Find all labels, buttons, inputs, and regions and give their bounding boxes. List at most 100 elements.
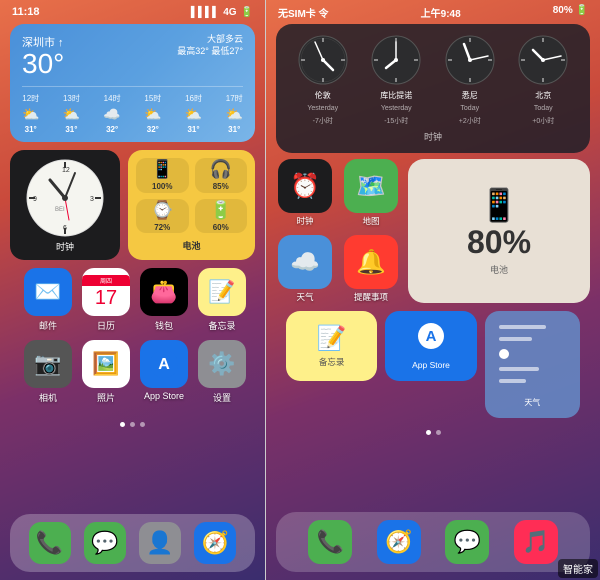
appstore-icon-right: A (417, 322, 445, 357)
dock-right: 📞 🧭 💬 🎵 (276, 512, 590, 572)
clock-sydney: 悉尼 Today +2小时 (444, 34, 496, 126)
dot-1 (120, 422, 125, 427)
status-bar-left: 11:18 ▌▌▌▌ 4G 🔋 (0, 0, 265, 20)
app-calendar[interactable]: 周四 17 日历 (82, 268, 130, 332)
clock-widget-label-right: 时钟 (286, 130, 580, 143)
cupertino-diff: -15小时 (384, 116, 408, 126)
weather-lines-content (495, 321, 570, 387)
svg-text:6: 6 (63, 225, 67, 232)
app-photos[interactable]: 🖼️ 照片 (82, 340, 130, 404)
weather-top: 深圳市 ↑ 30° 大部多云最高32° 最低27° (22, 34, 243, 78)
app-notes-left[interactable]: 📝 备忘录 (198, 268, 246, 332)
page-dots-right (266, 426, 600, 439)
mini-apps-mid: 🗺️ 地图 🔔 提醒事项 (342, 159, 400, 303)
clock-beijing: 北京 Today +0小时 (517, 34, 569, 126)
app-reminders-right[interactable]: 🔔 提醒事项 (342, 235, 400, 303)
watermark-badge: 智能家 (558, 559, 598, 578)
dock-left: 📞 💬 👤 🧭 (10, 514, 255, 572)
app-label-calendar: 日历 (97, 319, 115, 332)
dock-icon-phone-left: 📞 (29, 522, 71, 564)
dock-phone-left[interactable]: 📞 (29, 522, 71, 564)
app-settings[interactable]: ⚙️ 设置 (198, 340, 246, 404)
app-label-mail: 邮件 (39, 319, 57, 332)
battery-phone-icon-right: 📱 (479, 186, 519, 224)
dot-right-1 (426, 430, 431, 435)
dock-icon-music-right: 🎵 (514, 520, 558, 564)
app-icon-reminders-right: 🔔 (344, 235, 398, 289)
app-icon-notes-left: 📝 (198, 268, 246, 316)
dock-messages-right[interactable]: 💬 (445, 520, 489, 564)
notes-widget-right[interactable]: 📝 备忘录 (286, 311, 377, 381)
notes-icon-right: 📝 (317, 324, 347, 353)
clock-london: 伦敦 Yesterday -7小时 (297, 34, 349, 126)
battery-item-phone: 📱 100% (136, 158, 189, 193)
forecast-15: 15时 ⛅ 32° (144, 93, 161, 134)
app-weather-right[interactable]: ☁️ 天气 (276, 235, 334, 303)
app-label-notes-left: 备忘录 (208, 319, 235, 332)
phone-right: 无SIM卡 令 上午9:48 80% 🔋 (265, 0, 600, 580)
london-name: 伦敦 (315, 90, 331, 101)
appstore-label-right: App Store (412, 360, 450, 370)
app-label-clock-right: 时钟 (296, 215, 313, 227)
svg-text:3: 3 (90, 196, 94, 203)
forecast-12: 12时 ⛅ 31° (22, 93, 39, 134)
weather-widget-left[interactable]: 深圳市 ↑ 30° 大部多云最高32° 最低27° 12时 ⛅ 31° 13时 … (10, 24, 255, 142)
app-wallet[interactable]: 👛 钱包 (140, 268, 188, 332)
dock-contacts-left[interactable]: 👤 (139, 522, 181, 564)
dock-icon-messages-left: 💬 (84, 522, 126, 564)
status-bar-right: 无SIM卡 令 上午9:48 80% 🔋 (266, 0, 600, 22)
forecast-16: 16时 ⛅ 31° (185, 93, 202, 134)
clock-face-london (297, 34, 349, 86)
dock-music-right[interactable]: 🎵 (514, 520, 558, 564)
svg-text:A: A (426, 328, 437, 345)
battery-icon-left: 🔋 (241, 7, 253, 18)
app-label-weather-right: 天气 (296, 291, 313, 303)
appstore-widget-right[interactable]: A App Store (385, 311, 476, 381)
dock-safari-right[interactable]: 🧭 (377, 520, 421, 564)
london-diff: -7小时 (313, 116, 333, 126)
forecast-17: 17时 ⛅ 31° (226, 93, 243, 134)
right-app-section: ⏰ 时钟 ☁️ 天气 🗺️ 地图 🔔 提醒事项 (266, 159, 600, 418)
weather-temp: 30° (22, 50, 64, 78)
dock-phone-right[interactable]: 📞 (308, 520, 352, 564)
dot-right-2 (436, 430, 441, 435)
battery-pct-right: 80% (467, 224, 531, 261)
app-label-settings: 设置 (213, 391, 231, 404)
dock-icon-phone-right: 📞 (308, 520, 352, 564)
carrier-right: 无SIM卡 令 (278, 5, 329, 20)
notes-label-right: 备忘录 (319, 356, 345, 368)
clock-face-left: 12 3 6 9 BEI (25, 158, 105, 238)
battery-widget-left[interactable]: 📱 100% 🎧 85% ⌚ 72% 🔋 60% 电池 (128, 150, 255, 260)
clock-widget-large-right[interactable]: 伦敦 Yesterday -7小时 库比提诺 Yesterd (276, 24, 590, 153)
app-icon-camera: 📷 (24, 340, 72, 388)
network-type: 4G (223, 7, 236, 18)
dock-icon-safari-left: 🧭 (194, 522, 236, 564)
clock-face-beijing (517, 34, 569, 86)
sydney-diff: +2小时 (459, 116, 481, 126)
forecast-13: 13时 ⛅ 31° (63, 93, 80, 134)
battery-big-widget-right[interactable]: 📱 80% 电池 (408, 159, 590, 303)
clock-widget-label-left: 时钟 (56, 240, 74, 253)
time-right: 上午9:48 (421, 5, 461, 20)
weather-forecast: 12时 ⛅ 31° 13时 ⛅ 31° 14时 ☁️ 32° 15时 ⛅ (22, 86, 243, 134)
app-maps-right[interactable]: 🗺️ 地图 (342, 159, 400, 227)
app-icon-maps-right: 🗺️ (344, 159, 398, 213)
weather-lines-widget-right[interactable]: 天气 (485, 311, 580, 418)
app-icon-wallet: 👛 (140, 268, 188, 316)
dock-messages-left[interactable]: 💬 (84, 522, 126, 564)
right-app-row1: ⏰ 时钟 ☁️ 天气 🗺️ 地图 🔔 提醒事项 (276, 159, 590, 303)
time-left: 11:18 (12, 6, 40, 18)
battery-item-case: 🔋 60% (195, 199, 248, 234)
app-clock-right[interactable]: ⏰ 时钟 (276, 159, 334, 227)
clock-face-sydney (444, 34, 496, 86)
beijing-diff: +0小时 (532, 116, 554, 126)
app-camera[interactable]: 📷 相机 (24, 340, 72, 404)
right-bottom-row: 📝 备忘录 A App Store (276, 311, 590, 418)
app-mail[interactable]: ✉️ 邮件 (24, 268, 72, 332)
weather-line-4 (499, 379, 566, 383)
dock-safari-left[interactable]: 🧭 (194, 522, 236, 564)
app-label-photos: 照片 (97, 391, 115, 404)
app-appstore-left[interactable]: A App Store (140, 340, 188, 404)
svg-text:A: A (158, 356, 170, 373)
clock-widget-left[interactable]: 12 3 6 9 BEI 时钟 (10, 150, 120, 260)
